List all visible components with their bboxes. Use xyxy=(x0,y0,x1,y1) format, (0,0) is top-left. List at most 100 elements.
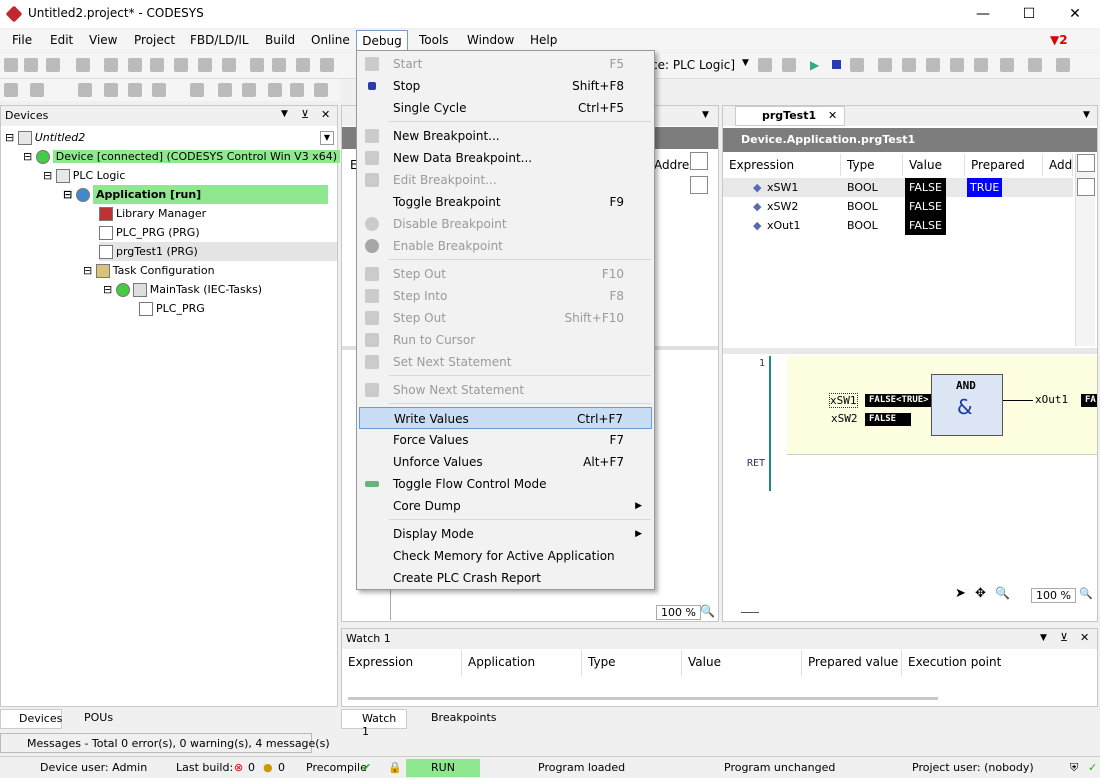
insert-coil-icon[interactable] xyxy=(242,83,256,97)
col-address[interactable]: Add xyxy=(1043,154,1073,176)
input-xsw2[interactable]: xSW2 xyxy=(831,412,858,425)
col-prepared-value[interactable]: Prepared value xyxy=(802,650,902,676)
menu-item-edit-breakpoint[interactable]: Edit Breakpoint... xyxy=(359,169,652,191)
menu-item-display-mode[interactable]: Display Mode ▶ xyxy=(359,523,652,545)
menu-view[interactable]: View xyxy=(89,33,117,47)
menu-item-step-into[interactable]: Step Into F8 xyxy=(359,285,652,307)
menu-item-create-crash-report[interactable]: Create PLC Crash Report xyxy=(359,567,652,589)
menu-item-show-next-statement[interactable]: Show Next Statement xyxy=(359,379,652,401)
zoom-tool-icon[interactable]: 🔍 xyxy=(995,586,1010,600)
bookmark-icon[interactable] xyxy=(296,58,310,72)
zoom-field[interactable]: 100 % xyxy=(1031,588,1076,603)
col-prepared[interactable]: Prepared v... xyxy=(965,154,1043,194)
menu-item-force-values[interactable]: Force Values F7 xyxy=(359,429,652,451)
menu-item-stop[interactable]: Stop Shift+F8 xyxy=(359,75,652,97)
splitter[interactable] xyxy=(723,348,1097,354)
menu-item-start[interactable]: Start F5 xyxy=(359,53,652,75)
flag-icon[interactable]: ▼2 xyxy=(1050,33,1068,47)
run-to-cursor-icon[interactable] xyxy=(974,58,988,72)
menu-item-step-out[interactable]: Step Out Shift+F10 xyxy=(359,307,652,329)
input-xsw1[interactable]: xSW1 xyxy=(829,393,858,408)
declaration-table-icon[interactable] xyxy=(1077,178,1095,196)
insert-return-icon[interactable] xyxy=(152,83,166,97)
close-button[interactable]: ✕ xyxy=(1052,0,1098,28)
close-icon[interactable]: ✕ xyxy=(321,108,330,121)
menu-item-new-breakpoint[interactable]: New Breakpoint... xyxy=(359,125,652,147)
tree-item-task-configuration[interactable]: ⊟ Task Configuration xyxy=(83,261,215,280)
menu-debug[interactable]: Debug xyxy=(356,30,408,52)
find-icon[interactable] xyxy=(250,58,264,72)
menu-item-enable-breakpoint[interactable]: Enable Breakpoint xyxy=(359,235,652,257)
check-icon[interactable]: ✔ xyxy=(362,761,371,774)
redo-icon[interactable] xyxy=(128,58,142,72)
maximize-button[interactable]: ☐ xyxy=(1006,0,1052,28)
undo-icon[interactable] xyxy=(104,58,118,72)
tree-item-device[interactable]: ⊟ Device [connected] (CODESYS Control Wi… xyxy=(23,147,340,166)
shield-icon[interactable]: ⛨ xyxy=(1070,761,1078,775)
menu-help[interactable]: Help xyxy=(530,33,557,47)
col-type[interactable]: Type xyxy=(841,154,903,176)
compile-check-icon[interactable]: ✓ xyxy=(1088,761,1097,774)
insert-label-icon[interactable] xyxy=(128,83,142,97)
chevron-down-icon[interactable]: ▼ xyxy=(281,109,288,119)
move-tool-icon[interactable]: ✥ xyxy=(975,586,986,601)
tree-item-maintask[interactable]: ⊟ MainTask (IEC-Tasks) xyxy=(103,280,262,299)
tab-watch-1[interactable]: Watch 1 xyxy=(341,709,407,738)
menu-tools[interactable]: Tools xyxy=(419,33,449,47)
insert-assignment-icon[interactable] xyxy=(78,83,92,97)
stop-icon[interactable] xyxy=(832,60,841,69)
insert-branch-icon[interactable] xyxy=(314,83,328,97)
toolbar-options-icon[interactable] xyxy=(1056,58,1070,72)
tree-item-prgtest1[interactable]: prgTest1 (PRG) xyxy=(99,242,337,261)
menu-item-run-to-cursor[interactable]: Run to Cursor xyxy=(359,329,652,351)
tree-item-library-manager[interactable]: Library Manager xyxy=(99,204,206,223)
tab-pous[interactable]: POUs xyxy=(68,711,113,724)
chevron-down-icon[interactable]: ▼ xyxy=(742,58,749,68)
col-value[interactable]: Value xyxy=(682,650,802,676)
open-icon[interactable] xyxy=(24,58,38,72)
pin-icon[interactable]: ⊻ xyxy=(301,108,309,121)
menu-item-unforce-values[interactable]: Unforce Values Alt+F7 xyxy=(359,451,652,473)
step-over-icon[interactable] xyxy=(902,58,916,72)
chevron-down-icon[interactable]: ▼ xyxy=(702,110,709,120)
login-icon[interactable] xyxy=(758,58,772,72)
col-application[interactable]: Application xyxy=(462,650,582,676)
write-values-icon[interactable] xyxy=(1028,58,1042,72)
chevron-down-icon[interactable]: ▼ xyxy=(1083,110,1090,120)
tab-devices[interactable]: Devices xyxy=(0,709,62,729)
logout-icon[interactable] xyxy=(782,58,796,72)
tree-item-task-plc-prg[interactable]: PLC_PRG xyxy=(139,299,205,318)
output-xout1[interactable]: xOut1 xyxy=(1035,393,1068,406)
delete-icon[interactable] xyxy=(222,58,236,72)
zoom-icon[interactable]: 🔍 xyxy=(700,604,715,618)
row-prepared-value[interactable]: TRUE xyxy=(967,178,1003,197)
tab-breakpoints[interactable]: Breakpoints xyxy=(413,711,497,724)
tree-item-plc-prg[interactable]: PLC_PRG (PRG) xyxy=(99,223,200,242)
minimize-button[interactable]: — xyxy=(960,0,1006,28)
step-into-icon[interactable] xyxy=(926,58,940,72)
col-execution-point[interactable]: Execution point xyxy=(902,650,1097,676)
close-icon[interactable]: ✕ xyxy=(1080,631,1089,644)
menu-item-new-data-breakpoint[interactable]: New Data Breakpoint... xyxy=(359,147,652,169)
menu-item-check-memory[interactable]: Check Memory for Active Application xyxy=(359,545,652,567)
chevron-down-icon[interactable]: ▼ xyxy=(1040,633,1047,643)
copy-icon[interactable] xyxy=(174,58,188,72)
step-out-icon[interactable] xyxy=(950,58,964,72)
insert-set-icon[interactable] xyxy=(268,83,282,97)
insert-reset-icon[interactable] xyxy=(290,83,304,97)
insert-network-icon[interactable] xyxy=(4,83,18,97)
menu-window[interactable]: Window xyxy=(467,33,514,47)
menu-online[interactable]: Online xyxy=(311,33,350,47)
menu-item-single-cycle[interactable]: Single Cycle Ctrl+F5 xyxy=(359,97,652,119)
table-row[interactable]: ◆ xSW2 BOOL FALSE xyxy=(723,197,1073,216)
save-icon[interactable] xyxy=(46,58,60,72)
close-icon[interactable]: ✕ xyxy=(828,109,837,122)
menu-file[interactable]: File xyxy=(12,33,32,47)
menu-item-write-values[interactable]: Write Values Ctrl+F7 xyxy=(359,407,652,429)
print-icon[interactable] xyxy=(76,58,90,72)
cut-icon[interactable] xyxy=(150,58,164,72)
insert-box-icon[interactable] xyxy=(30,83,44,97)
tree-item-project[interactable]: ⊟ Untitled2 xyxy=(5,128,335,147)
horizontal-scrollbar[interactable] xyxy=(741,612,759,613)
insert-jump-icon[interactable] xyxy=(104,83,118,97)
